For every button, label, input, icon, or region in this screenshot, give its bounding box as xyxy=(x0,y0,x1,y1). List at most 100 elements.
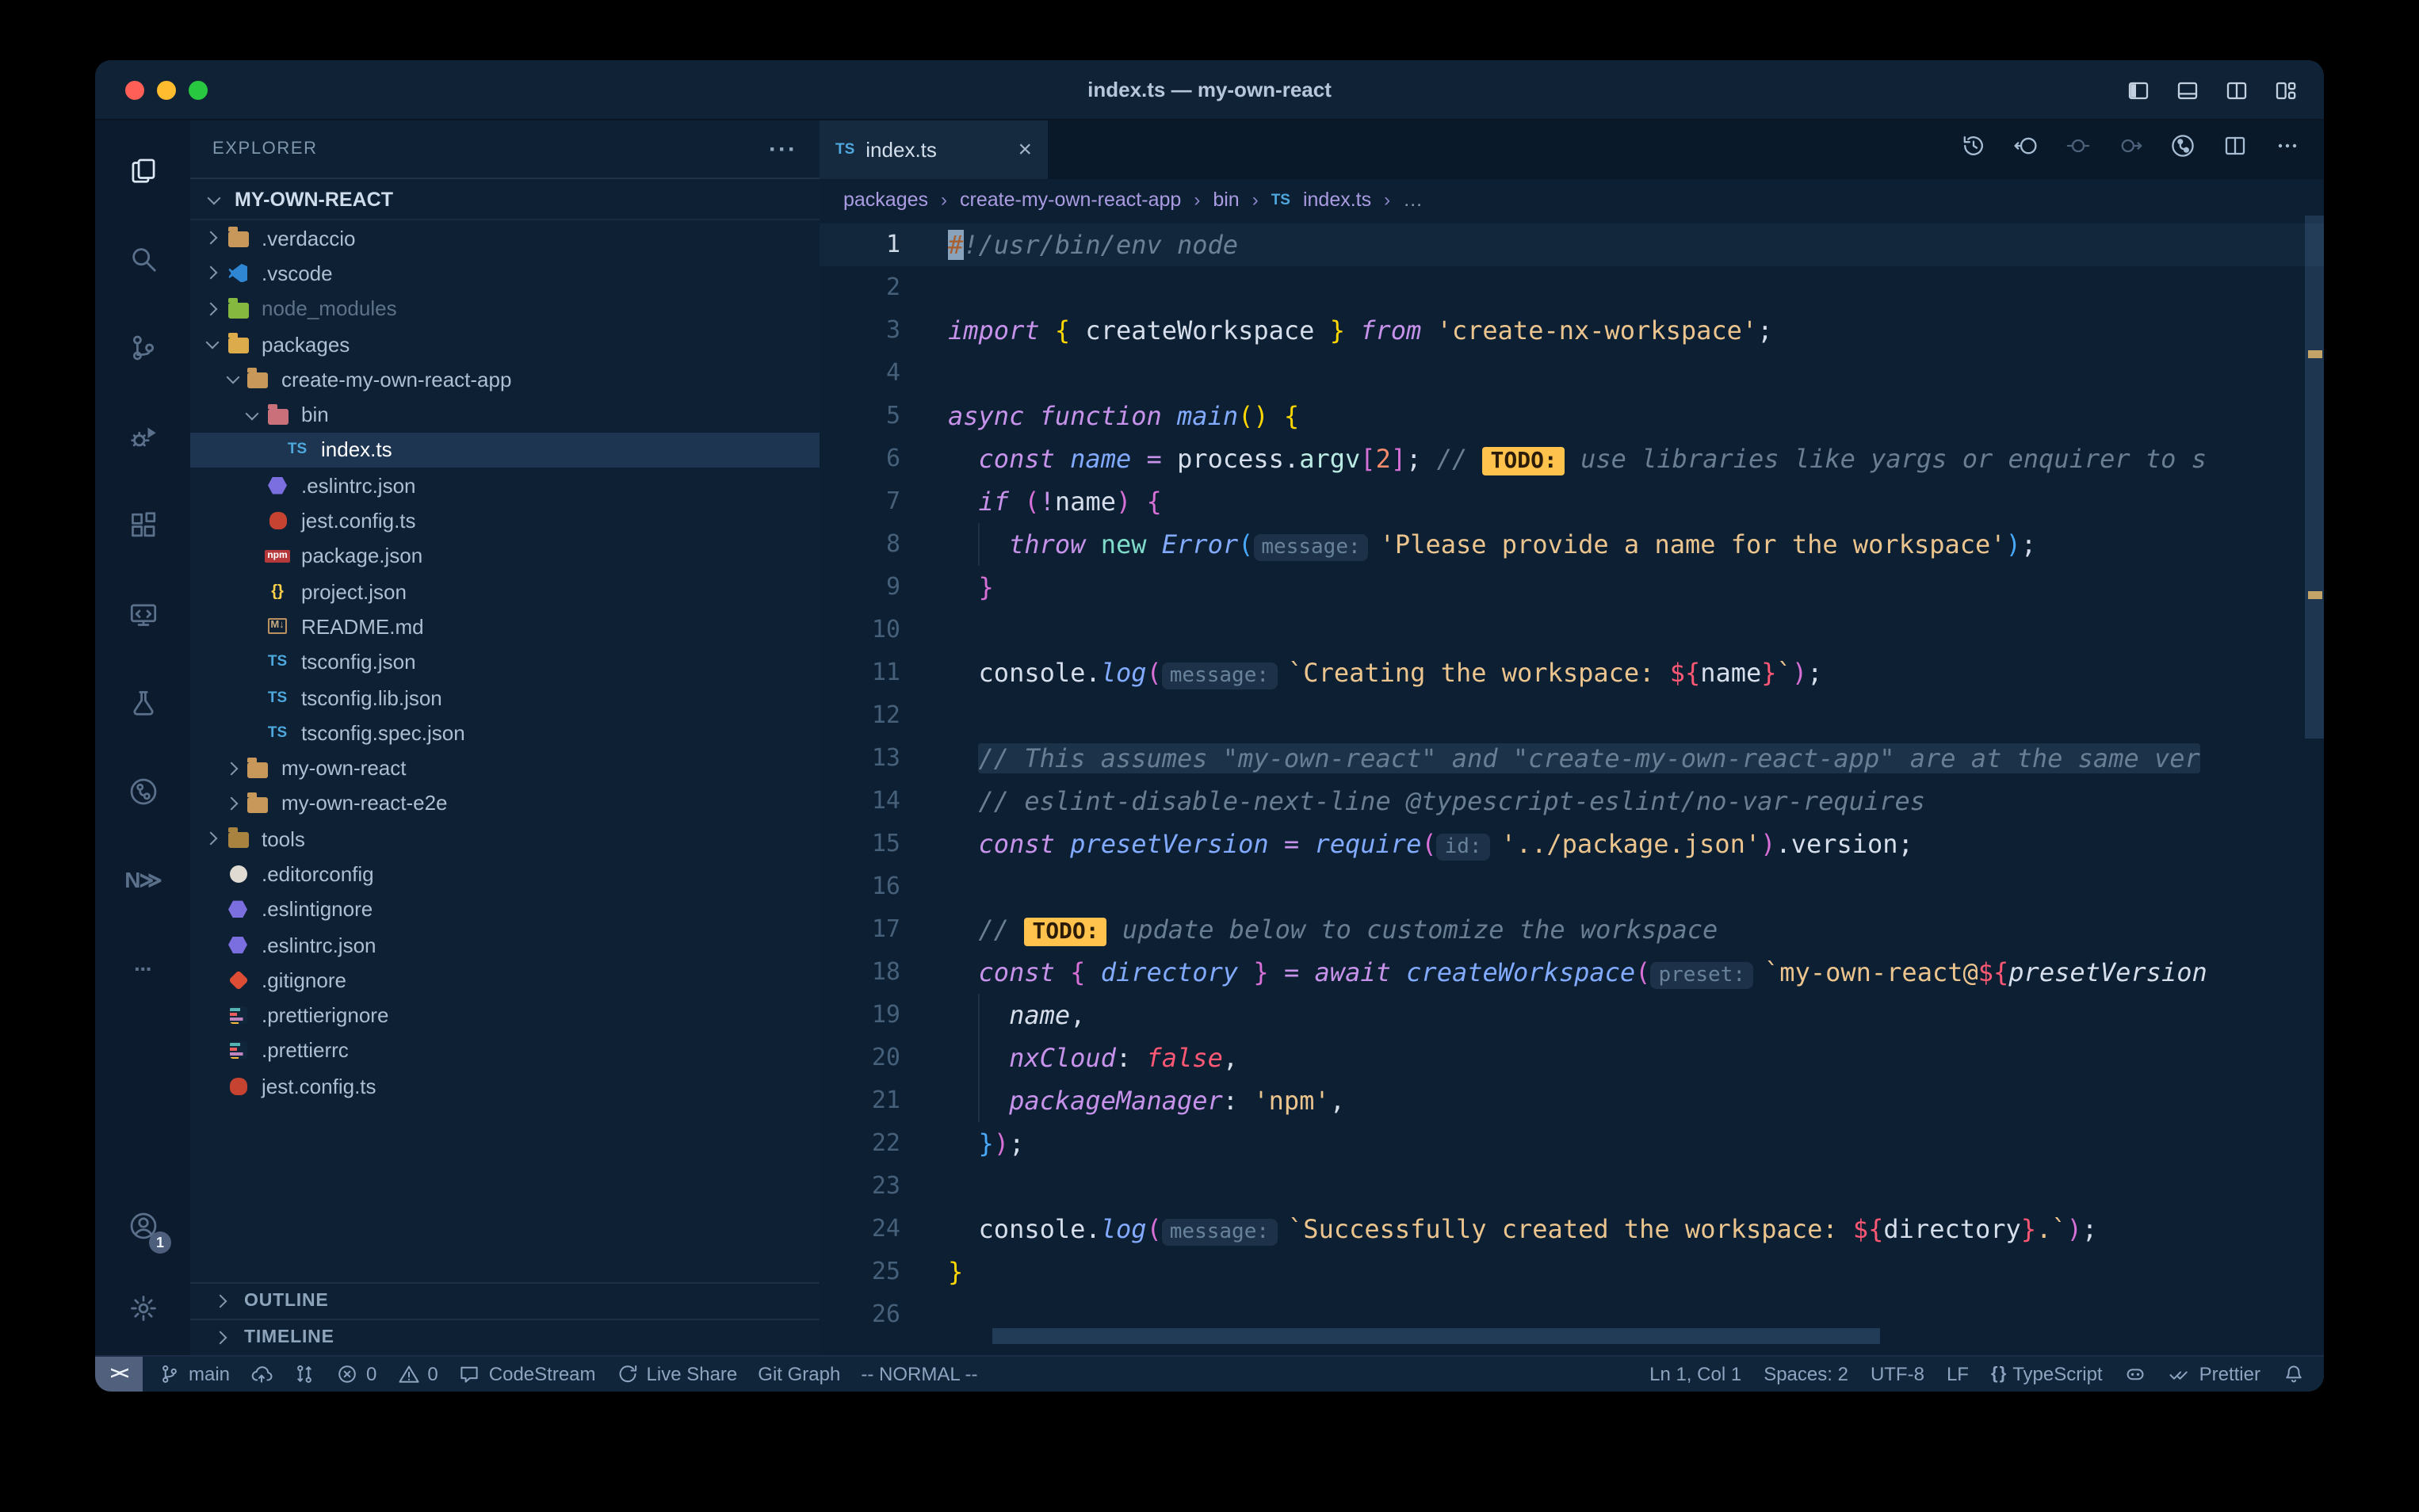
vertical-scrollbar[interactable] xyxy=(2305,216,2324,739)
code-line-2[interactable]: 2 xyxy=(820,266,2324,309)
activity-nx-console-icon[interactable]: N≫ xyxy=(95,835,190,924)
activity-search-icon[interactable] xyxy=(95,214,190,303)
code-line-25[interactable]: 25} xyxy=(820,1250,2324,1293)
chevron-right-icon[interactable] xyxy=(200,834,225,843)
status-lf[interactable]: LF xyxy=(1947,1363,1969,1385)
chevron-right-icon[interactable] xyxy=(200,304,225,313)
status-main[interactable]: main xyxy=(159,1363,230,1385)
code-line-3[interactable]: 3import { createWorkspace } from 'create… xyxy=(820,309,2324,352)
code-line-20[interactable]: 20 nxCloud: false, xyxy=(820,1037,2324,1079)
code-editor[interactable]: 1#!/usr/bin/env node23import { createWor… xyxy=(820,220,2324,1355)
close-window-button[interactable] xyxy=(125,80,144,99)
tree-item-.prettierrc[interactable]: .prettierrc xyxy=(190,1033,820,1069)
git-graph-icon[interactable] xyxy=(2170,133,2195,166)
chevron-right-icon[interactable] xyxy=(200,269,225,278)
status-live-share[interactable]: Live Share xyxy=(617,1363,738,1385)
status-normal[interactable]: -- NORMAL -- xyxy=(861,1363,977,1385)
nav-back-icon[interactable] xyxy=(2013,133,2039,166)
tree-item-.eslintignore[interactable]: .eslintignore xyxy=(190,892,820,927)
history-icon[interactable] xyxy=(1961,133,1986,166)
code-line-12[interactable]: 12 xyxy=(820,694,2324,737)
layout-grid-icon[interactable] xyxy=(2273,77,2299,102)
tree-item-tsconfig.lib.json[interactable]: TStsconfig.lib.json xyxy=(190,680,820,716)
code-line-1[interactable]: 1#!/usr/bin/env node xyxy=(820,223,2324,266)
code-line-18[interactable]: 18 const { directory } = await createWor… xyxy=(820,951,2324,994)
split-editor-right-icon[interactable] xyxy=(2224,77,2249,102)
breadcrumb-item-file[interactable]: index.ts xyxy=(1303,189,1371,211)
status-copilot[interactable] xyxy=(2125,1363,2147,1385)
tree-item-project.json[interactable]: {}project.json xyxy=(190,574,820,609)
status-compare[interactable] xyxy=(293,1363,315,1385)
outline-section[interactable]: OUTLINE xyxy=(190,1282,820,1319)
tree-item-.editorconfig[interactable]: .editorconfig xyxy=(190,857,820,892)
breadcrumb-item-create-my-own-react-app[interactable]: create-my-own-react-app xyxy=(960,189,1181,211)
tree-item-package.json[interactable]: npmpackage.json xyxy=(190,538,820,574)
ellipsis-icon[interactable] xyxy=(2275,133,2300,166)
tree-item-tools[interactable]: tools xyxy=(190,821,820,857)
code-line-13[interactable]: 13 // This assumes "my-own-react" and "c… xyxy=(820,737,2324,780)
code-line-14[interactable]: 14 // eslint-disable-next-line @typescri… xyxy=(820,780,2324,823)
close-tab-icon[interactable]: × xyxy=(1018,136,1032,163)
tab-index-ts[interactable]: TS index.ts × xyxy=(820,120,1048,179)
status-0[interactable]: 0 xyxy=(397,1363,438,1385)
chevron-right-icon[interactable] xyxy=(200,233,225,242)
code-line-15[interactable]: 15 const presetVersion = require(id:'../… xyxy=(820,823,2324,865)
code-line-21[interactable]: 21 packageManager: 'npm', xyxy=(820,1079,2324,1122)
remote-indicator[interactable]: >< xyxy=(95,1357,143,1392)
code-line-19[interactable]: 19 name, xyxy=(820,994,2324,1037)
code-line-5[interactable]: 5async function main() { xyxy=(820,395,2324,437)
activity-account-icon[interactable]: 1 xyxy=(95,1184,190,1266)
code-line-8[interactable]: 8 throw new Error(message:'Please provid… xyxy=(820,523,2324,566)
status-bell[interactable] xyxy=(2283,1363,2305,1385)
maximize-window-button[interactable] xyxy=(189,80,208,99)
status-spaces-2[interactable]: Spaces: 2 xyxy=(1764,1363,1848,1385)
tree-item-create-my-own-react-app[interactable]: create-my-own-react-app xyxy=(190,361,820,397)
code-line-11[interactable]: 11 console.log(message:`Creating the wor… xyxy=(820,651,2324,694)
tree-item-.eslintrc.json[interactable]: .eslintrc.json xyxy=(190,927,820,963)
tree-item-.verdaccio[interactable]: .verdaccio xyxy=(190,220,820,256)
status-utf-8[interactable]: UTF-8 xyxy=(1871,1363,1924,1385)
code-line-24[interactable]: 24 console.log(message:`Successfully cre… xyxy=(820,1208,2324,1250)
activity-debug-icon[interactable] xyxy=(95,391,190,480)
breadcrumb-item-packages[interactable]: packages xyxy=(843,189,928,211)
split-editor-icon[interactable] xyxy=(2222,133,2248,166)
code-line-7[interactable]: 7 if (!name) { xyxy=(820,480,2324,523)
code-line-10[interactable]: 10 xyxy=(820,609,2324,651)
activity-extensions-icon[interactable] xyxy=(95,480,190,569)
code-line-9[interactable]: 9 } xyxy=(820,566,2324,609)
circle-arrow-right-icon[interactable] xyxy=(2118,133,2143,166)
minimize-window-button[interactable] xyxy=(157,80,176,99)
status-cloud-upload[interactable] xyxy=(250,1363,273,1385)
code-line-22[interactable]: 22 }); xyxy=(820,1122,2324,1165)
tree-item-.gitignore[interactable]: .gitignore xyxy=(190,962,820,998)
activity-testing-icon[interactable] xyxy=(95,658,190,746)
tree-item-jest.config.ts[interactable]: jest.config.ts xyxy=(190,503,820,539)
code-line-4[interactable]: 4 xyxy=(820,352,2324,395)
activity-settings-icon[interactable] xyxy=(95,1266,190,1349)
tree-item-node_modules[interactable]: node_modules xyxy=(190,291,820,326)
tree-root-my-own-react[interactable]: MY-OWN-REACT xyxy=(190,178,820,220)
activity-gitlens-icon[interactable] xyxy=(95,746,190,835)
status-0[interactable]: 0 xyxy=(336,1363,376,1385)
tree-item-.vscode[interactable]: .vscode xyxy=(190,256,820,292)
tree-item-.prettierignore[interactable]: .prettierignore xyxy=(190,998,820,1033)
activity-source-control-icon[interactable] xyxy=(95,303,190,391)
layout-panel-bottom-icon[interactable] xyxy=(2175,77,2200,102)
tree-item-tsconfig.spec.json[interactable]: TStsconfig.spec.json xyxy=(190,715,820,750)
status-git-graph[interactable]: Git Graph xyxy=(758,1363,840,1385)
code-line-6[interactable]: 6 const name = process.argv[2]; // TODO:… xyxy=(820,437,2324,480)
tree-item-packages[interactable]: packages xyxy=(190,326,820,362)
tree-item-README.md[interactable]: M↓README.md xyxy=(190,609,820,645)
chevron-down-icon[interactable] xyxy=(200,341,225,347)
layout-sidebar-left-icon[interactable] xyxy=(2126,77,2151,102)
tree-item-bin[interactable]: bin xyxy=(190,397,820,433)
breadcrumb-item-bin[interactable]: bin xyxy=(1213,189,1239,211)
chevron-right-icon[interactable] xyxy=(220,763,245,773)
horizontal-scrollbar[interactable] xyxy=(992,1328,1880,1344)
activity-files-icon[interactable] xyxy=(95,125,190,214)
circle-dash-icon[interactable] xyxy=(2066,133,2091,166)
tree-item-my-own-react[interactable]: my-own-react xyxy=(190,750,820,786)
activity-remote-explorer-icon[interactable] xyxy=(95,569,190,658)
tree-item-index.ts[interactable]: TSindex.ts xyxy=(190,433,820,468)
code-line-16[interactable]: 16 xyxy=(820,865,2324,908)
